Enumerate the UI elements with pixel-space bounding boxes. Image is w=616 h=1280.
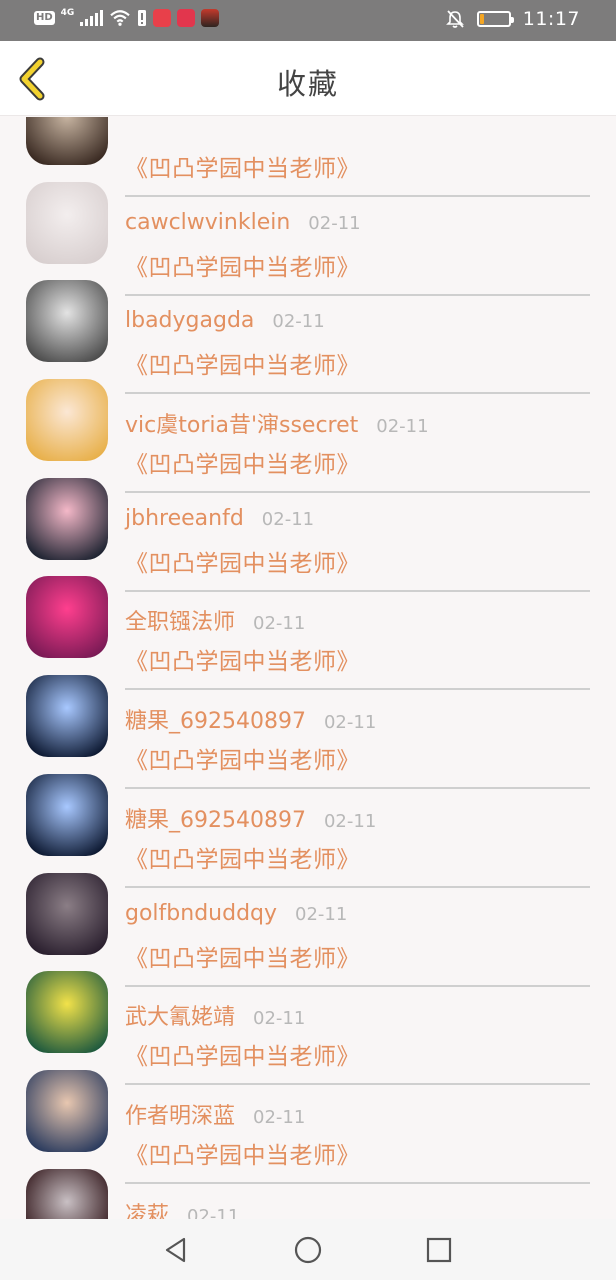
avatar[interactable] — [26, 379, 108, 462]
favorite-date: 02-11 — [253, 613, 306, 635]
user-name[interactable]: jbhreeanfd — [125, 506, 244, 531]
book-app-icon — [153, 9, 172, 27]
favorite-date: 02-11 — [308, 212, 361, 234]
user-name[interactable]: 凌萩 — [125, 1203, 169, 1219]
user-name[interactable]: golfbnduddqy — [125, 901, 277, 926]
favorite-date: 02-11 — [253, 1106, 306, 1128]
mute-bell-icon — [445, 10, 464, 28]
favorite-item[interactable]: 糖果_692540897 02-11 《凹凸学园中当老师》 — [0, 756, 616, 888]
avatar[interactable] — [26, 1168, 108, 1219]
favorite-date: 02-11 — [295, 903, 348, 925]
page-title: 收藏 — [276, 67, 339, 101]
avatar[interactable] — [26, 280, 108, 363]
avatar[interactable] — [26, 971, 108, 1054]
hd-badge: HD — [34, 11, 55, 25]
nav-back-icon[interactable] — [162, 1235, 192, 1265]
game-app-icon — [201, 9, 220, 27]
avatar[interactable] — [26, 1069, 108, 1152]
avatar[interactable] — [26, 576, 108, 659]
user-name[interactable]: 作者明深蓝 — [125, 1104, 235, 1129]
user-name[interactable]: 武大氰姥靖 — [125, 1005, 235, 1030]
name-row: golfbnduddqy 02-11 — [125, 901, 347, 926]
mail-app-icon — [177, 9, 196, 27]
wifi-icon — [110, 10, 131, 26]
favorite-item[interactable]: 全职镪法师 02-11 《凹凸学园中当老师》 — [0, 558, 616, 691]
favorite-item[interactable]: golfbnduddqy 02-11 《凹凸学园中当老师》 — [0, 855, 616, 987]
favorite-date: 02-11 — [323, 810, 377, 832]
user-name[interactable]: 糖果_692540897 — [125, 709, 306, 734]
signal-icon — [80, 10, 104, 26]
favorite-item[interactable]: 作者明深蓝 02-11 《凹凸学园中当老师》 — [0, 1052, 616, 1184]
header: 收藏 — [0, 41, 616, 116]
nav-recents-icon[interactable] — [424, 1235, 454, 1265]
user-name[interactable]: 全职镪法师 — [125, 610, 235, 635]
favorite-date: 02-11 — [323, 712, 377, 734]
favorite-item[interactable]: 糖果_692540897 02-11 《凹凸学园中当老师》 — [0, 657, 616, 790]
name-row: 武大氰姥靖 02-11 — [125, 999, 305, 1031]
favorite-item[interactable]: 武大氰姥靖 02-11 《凹凸学园中当老师》 — [0, 953, 616, 1086]
name-row: 糖果_692540897 02-11 — [125, 802, 376, 834]
avatar[interactable] — [26, 675, 108, 758]
status-right: 11:17 — [445, 8, 580, 30]
favorite-date: 02-11 — [272, 311, 325, 333]
favorite-item[interactable]: vic虞toria昔'渖ssecret 02-11 《凹凸学园中当老师》 — [0, 361, 616, 494]
favorite-date: 02-11 — [261, 508, 315, 530]
status-bar: HD 4G 11:17 — [0, 0, 616, 41]
name-row: 全职镪法师 02-11 — [125, 604, 305, 636]
name-row: 凌萩 02-11 — [125, 1197, 239, 1219]
favorite-item[interactable]: lbadygagda 02-11 《凹凸学园中当老师》 — [0, 262, 616, 395]
system-nav-bar — [0, 1219, 616, 1280]
battery-icon — [476, 11, 514, 27]
favorites-list[interactable]: 《凹凸学园中当老师》 cawclwvinklein 02-11 《凹凸学园中当老师》 l… — [0, 117, 616, 1219]
user-name[interactable]: lbadygagda — [125, 308, 254, 333]
network-type: 4G — [60, 8, 75, 18]
favorite-date: 02-11 — [253, 1008, 306, 1030]
avatar[interactable] — [26, 773, 108, 856]
alert-icon — [138, 10, 147, 26]
name-row: 糖果_692540897 02-11 — [125, 703, 376, 735]
favorite-date: 02-11 — [376, 416, 429, 438]
name-row: cawclwvinklein 02-11 — [125, 210, 361, 235]
favorite-date: 02-11 — [187, 1205, 240, 1219]
user-name[interactable]: 糖果_692540897 — [125, 808, 306, 833]
clock: 11:17 — [522, 8, 580, 30]
avatar[interactable] — [26, 117, 108, 165]
avatar[interactable] — [26, 872, 108, 955]
name-row: jbhreeanfd 02-11 — [125, 506, 314, 531]
favorite-item[interactable]: jbhreeanfd 02-11 《凹凸学园中当老师》 — [0, 460, 616, 592]
favorite-item[interactable]: 《凹凸学园中当老师》 — [0, 117, 616, 197]
name-row: lbadygagda 02-11 — [125, 308, 325, 333]
name-row: vic虞toria昔'渖ssecret 02-11 — [125, 407, 429, 439]
favorite-item[interactable]: cawclwvinklein 02-11 《凹凸学园中当老师》 — [0, 164, 616, 296]
user-name[interactable]: vic虞toria昔'渖ssecret — [125, 413, 358, 438]
nav-home-icon[interactable] — [293, 1235, 323, 1265]
name-row: 作者明深蓝 02-11 — [125, 1098, 305, 1130]
user-name[interactable]: cawclwvinklein — [125, 210, 290, 235]
avatar[interactable] — [26, 181, 108, 264]
avatar[interactable] — [26, 477, 108, 560]
status-left: HD 4G — [34, 8, 220, 27]
favorite-item[interactable]: 凌萩02-11《凹凸学园中当老师》 — [0, 1151, 616, 1219]
favorites-list-inner: 《凹凸学园中当老师》 cawclwvinklein 02-11 《凹凸学园中当老师》 l… — [0, 117, 616, 1219]
